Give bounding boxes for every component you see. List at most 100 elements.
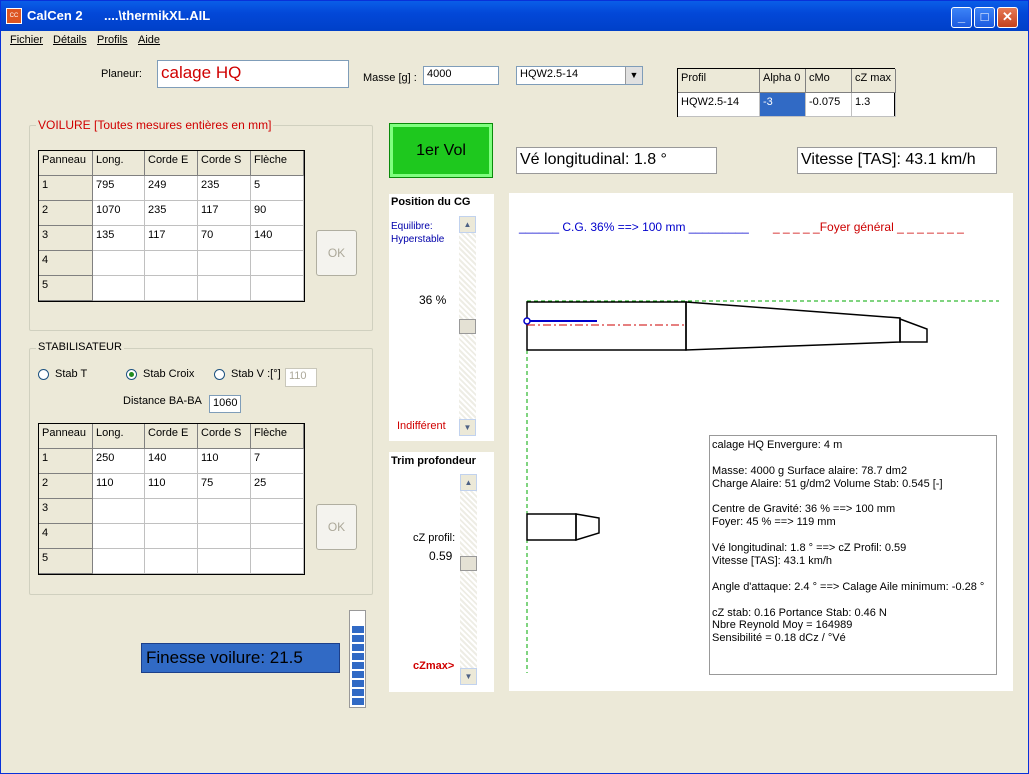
finesse-meter-segment — [352, 698, 364, 705]
file-name: ....\thermikXL.AIL — [104, 8, 211, 23]
summary-line — [712, 568, 994, 581]
profile-table-cell[interactable]: HQW2.5-14 — [678, 93, 760, 117]
voilure-cell[interactable]: 5 — [251, 176, 304, 201]
stab-cell[interactable] — [251, 499, 304, 524]
close-button[interactable]: ✕ — [997, 7, 1018, 28]
calcen-app-icon[interactable]: CC — [6, 8, 22, 24]
stab-v-radio[interactable] — [214, 369, 225, 380]
summary-line: Charge Alaire: 51 g/dm2 Volume Stab: 0.5… — [712, 477, 943, 490]
profile-select[interactable]: HQW2.5-14 ▼ — [516, 66, 643, 85]
trim-panel-title: Trim profondeur — [391, 455, 476, 467]
profile-table-cell[interactable]: -0.075 — [806, 93, 852, 117]
stab-t-radio[interactable] — [38, 369, 49, 380]
chevron-up-icon[interactable]: ▲ — [460, 474, 477, 491]
voilure-cell[interactable]: 135 — [93, 226, 145, 251]
chevron-down-icon[interactable]: ▼ — [625, 67, 642, 84]
stab-header: Flèche — [251, 424, 304, 449]
stab-cell[interactable] — [145, 499, 198, 524]
stab-cell[interactable] — [93, 499, 145, 524]
voilure-cell[interactable]: 1070 — [93, 201, 145, 226]
maximize-button[interactable]: □ — [974, 7, 995, 28]
trim-cz-value: 0.59 — [429, 549, 453, 563]
profile-table-cell[interactable]: 1.3 — [852, 93, 896, 117]
voilure-cell[interactable]: 235 — [145, 201, 198, 226]
voilure-cell[interactable]: 117 — [198, 201, 251, 226]
stab-row-header: 4 — [39, 524, 93, 549]
voilure-cell[interactable] — [145, 251, 198, 276]
stab-cell[interactable]: 140 — [145, 449, 198, 474]
stab-cell[interactable] — [145, 549, 198, 574]
voilure-cell[interactable] — [198, 251, 251, 276]
stab-cell[interactable]: 110 — [93, 474, 145, 499]
voilure-cell[interactable]: 90 — [251, 201, 304, 226]
first-flight-button[interactable]: 1er Vol — [389, 123, 493, 178]
cg-slider[interactable]: ▲ ▼ — [459, 216, 476, 436]
stab-cell[interactable] — [198, 499, 251, 524]
profile-table-header: cZ max — [852, 69, 896, 93]
summary-line: Foyer: 45 % ==> 119 mm — [712, 516, 836, 529]
stab-cell[interactable]: 75 — [198, 474, 251, 499]
chevron-down-icon[interactable]: ▼ — [459, 419, 476, 436]
voilure-cell[interactable] — [198, 276, 251, 301]
stab-v-angle-input[interactable]: 110 — [285, 368, 317, 387]
stab-cell[interactable] — [251, 524, 304, 549]
chevron-up-icon[interactable]: ▲ — [459, 216, 476, 233]
trim-slider-thumb[interactable] — [460, 555, 477, 571]
stab-cell[interactable]: 25 — [251, 474, 304, 499]
stab-cell[interactable] — [93, 524, 145, 549]
stab-cell[interactable]: 7 — [251, 449, 304, 474]
voilure-cell[interactable]: 249 — [145, 176, 198, 201]
voilure-title: VOILURE [Toutes mesures entières en mm] — [36, 118, 274, 132]
trim-panel: Trim profondeur cZ profil: 0.59 cZmax> ▲… — [389, 452, 494, 692]
voilure-cell[interactable]: 117 — [145, 226, 198, 251]
masse-input[interactable]: 4000 — [423, 66, 499, 85]
trim-slider[interactable]: ▲ ▼ — [460, 474, 477, 685]
distance-ba-input[interactable]: 1060 — [209, 395, 241, 413]
finesse-meter-segment — [352, 689, 364, 696]
voilure-cell[interactable] — [251, 251, 304, 276]
stab-croix-radio[interactable] — [126, 369, 137, 380]
voilure-cell[interactable]: 235 — [198, 176, 251, 201]
stab-cell[interactable] — [198, 549, 251, 574]
voilure-cell[interactable]: 795 — [93, 176, 145, 201]
stab-cell[interactable] — [145, 524, 198, 549]
profile-table-header: Profil — [678, 69, 760, 93]
menu-details[interactable]: Détails — [53, 34, 87, 46]
summary-line — [712, 491, 994, 504]
stab-cell[interactable]: 110 — [145, 474, 198, 499]
minimize-button[interactable]: _ — [951, 7, 972, 28]
voilure-cell[interactable] — [93, 251, 145, 276]
stab-header: Corde E — [145, 424, 198, 449]
title-bar[interactable]: CC CalCen 2 ....\thermikXL.AIL _ □ ✕ — [1, 1, 1028, 31]
stab-cell[interactable]: 110 — [198, 449, 251, 474]
profile-table-header: cMo — [806, 69, 852, 93]
chevron-down-icon[interactable]: ▼ — [460, 668, 477, 685]
distance-ba-label: Distance BA-BA — [123, 395, 202, 407]
finesse-meter-segment — [352, 644, 364, 651]
stab-cell[interactable]: 250 — [93, 449, 145, 474]
finesse-meter-segment — [352, 635, 364, 642]
wing-panel-1 — [526, 301, 687, 351]
menu-profils[interactable]: Profils — [97, 34, 128, 46]
stab-cell[interactable] — [251, 549, 304, 574]
voilure-cell[interactable] — [93, 276, 145, 301]
stab-cell[interactable] — [93, 549, 145, 574]
voilure-cell[interactable]: 70 — [198, 226, 251, 251]
voilure-cell[interactable]: 140 — [251, 226, 304, 251]
profile-table-cell-selected[interactable]: -3 — [760, 93, 806, 117]
stab-cell[interactable] — [198, 524, 251, 549]
stab-ok-button[interactable]: OK — [316, 504, 357, 550]
voilure-header: Corde E — [145, 151, 198, 176]
cg-slider-thumb[interactable] — [459, 318, 476, 334]
menu-aide[interactable]: Aide — [138, 34, 160, 46]
voilure-ok-button[interactable]: OK — [316, 230, 357, 276]
voilure-cell[interactable] — [251, 276, 304, 301]
main-window: CC CalCen 2 ....\thermikXL.AIL _ □ ✕ Fic… — [0, 0, 1029, 774]
summary-line — [712, 529, 994, 542]
menu-fichier[interactable]: Fichier — [10, 34, 43, 46]
trim-cz-label: cZ profil: — [413, 532, 456, 544]
voilure-cell[interactable] — [145, 276, 198, 301]
summary-line: Vitesse [TAS]: 43.1 km/h — [712, 555, 833, 568]
planeur-input[interactable]: calage HQ — [157, 60, 349, 88]
stab-panel-1 — [526, 513, 577, 541]
